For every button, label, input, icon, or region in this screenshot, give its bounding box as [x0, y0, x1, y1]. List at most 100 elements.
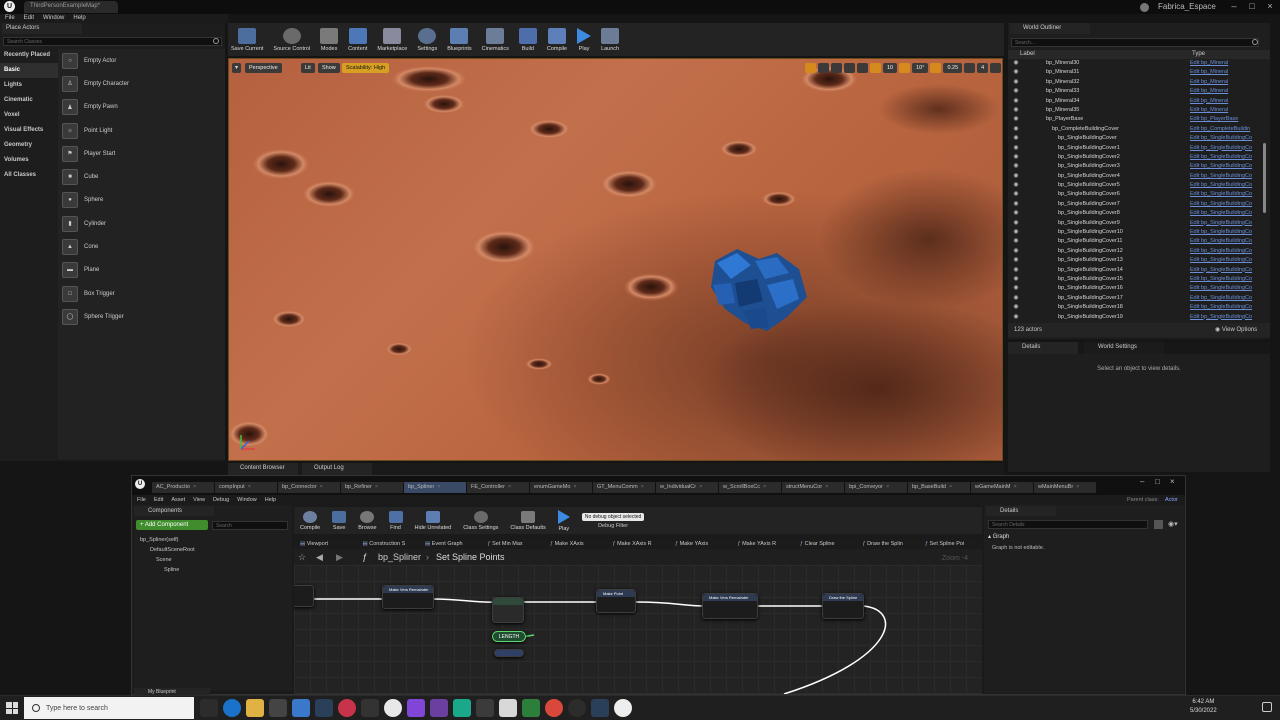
bp-menu-asset[interactable]: Asset — [171, 495, 185, 505]
visibility-eye-icon[interactable]: ◉ — [1010, 59, 1022, 68]
outliner-row-type-link[interactable]: Edit bp_SingleBuildingCo — [1190, 313, 1260, 321]
actor-point-light[interactable]: ☼ Point Light — [58, 119, 225, 142]
close-tab-icon[interactable]: × — [320, 482, 323, 493]
visibility-eye-icon[interactable]: ◉ — [1010, 68, 1022, 77]
bp-class-settings-button[interactable]: Class Settings — [463, 510, 498, 531]
source-control-icon[interactable] — [1140, 3, 1149, 12]
launch-button[interactable]: Launch — [601, 27, 619, 52]
graph-tab[interactable]: ƒ Make XAxis — [544, 539, 607, 549]
graph-node-variable[interactable] — [494, 649, 524, 657]
bp-close-button[interactable]: × — [1170, 477, 1175, 486]
outliner-row[interactable]: ◉ bp_CompleteBuildingCover Edit bp_Complet… — [1010, 125, 1260, 134]
outliner-row-type-link[interactable]: Edit bp_SingleBuildingCo — [1190, 200, 1260, 209]
bp-minimize-button[interactable]: – — [1140, 477, 1144, 486]
close-tab-icon[interactable]: × — [886, 482, 889, 493]
outliner-row-type-link[interactable]: Edit bp_Mineral — [1190, 59, 1260, 68]
content-browser-tab[interactable]: Content Browser — [228, 463, 298, 475]
start-button[interactable] — [6, 702, 18, 714]
graph-node-make-vers-remainder-2[interactable]: Make Vers Remainder — [702, 593, 758, 619]
bp-asset-tab[interactable]: w_ScrollBoxCc × — [719, 482, 782, 493]
outliner-row[interactable]: ◉ bp_SingleBuildingCover1 Edit bp_SingleBu… — [1010, 144, 1260, 153]
outliner-scrollbar[interactable] — [1263, 143, 1266, 213]
actor-sphere-trigger[interactable]: ◯ Sphere Trigger — [58, 305, 225, 328]
bp-asset-tab[interactable]: enumGameMo × — [530, 482, 593, 493]
play-button[interactable]: Play — [577, 27, 592, 52]
graph-tab[interactable]: ƒ Make XAxis R — [607, 539, 670, 549]
outliner-row[interactable]: ◉ bp_SingleBuildingCover18 Edit bp_SingleB… — [1010, 303, 1260, 312]
actor-empty-character[interactable]: ♙ Empty Character — [58, 72, 225, 95]
tree-scene[interactable]: Scene — [136, 555, 195, 565]
outliner-row[interactable]: ◉ bp_SingleBuildingCover16 Edit bp_SingleB… — [1010, 284, 1260, 293]
scale-snap-icon[interactable] — [930, 63, 942, 73]
category-recently-placed[interactable]: Recently Placed — [0, 48, 58, 63]
visibility-eye-icon[interactable]: ◉ — [1010, 209, 1022, 218]
visibility-eye-icon[interactable]: ◉ — [1010, 144, 1022, 153]
bp-menu-view[interactable]: View — [193, 495, 205, 505]
visibility-eye-icon[interactable]: ◉ — [1010, 172, 1022, 181]
outliner-row[interactable]: ◉ bp_Mineral32 Edit bp_Mineral — [1010, 78, 1260, 87]
outliner-row[interactable]: ◉ bp_SingleBuildingCover8 Edit bp_SingleBu… — [1010, 209, 1260, 218]
details-view-options-icon[interactable] — [1154, 520, 1163, 529]
outliner-row-type-link[interactable]: Edit bp_Mineral — [1190, 97, 1260, 106]
bp-class-defaults-button[interactable]: Class Defaults — [510, 510, 546, 531]
blueprints-button[interactable]: Blueprints — [447, 27, 472, 52]
outliner-row-type-link[interactable]: Edit bp_SingleBuildingCo — [1190, 228, 1260, 237]
close-tab-icon[interactable]: × — [1076, 482, 1079, 493]
search-classes-input[interactable]: Search Classes — [3, 37, 222, 46]
outliner-row-type-link[interactable]: Edit bp_SingleBuildingCo — [1190, 144, 1260, 153]
graph-tab[interactable]: ▤ Construction S — [357, 539, 420, 549]
outliner-row-type-link[interactable]: Edit bp_SingleBuildingCo — [1190, 247, 1260, 256]
clock-time[interactable]: 6:42 AM — [1190, 698, 1217, 707]
tree-self[interactable]: bp_Spliner(self) — [136, 535, 195, 545]
world-settings-tab[interactable]: World Settings — [1084, 342, 1164, 354]
bp-menu-edit[interactable]: Edit — [154, 495, 163, 505]
outliner-row[interactable]: ◉ bp_SingleBuildingCover Edit bp_SingleBui… — [1010, 134, 1260, 143]
compile-button[interactable]: Compile — [547, 27, 567, 52]
actor-cone[interactable]: ▲ Cone — [58, 235, 225, 258]
taskbar-search-box[interactable]: Type here to search — [24, 697, 194, 719]
category-all-classes[interactable]: All Classes — [0, 168, 58, 183]
actor-cube[interactable]: ■ Cube — [58, 165, 225, 188]
content-button[interactable]: Content — [348, 27, 367, 52]
outliner-row[interactable]: ◉ bp_SingleBuildingCover10 Edit bp_SingleB… — [1010, 228, 1260, 237]
bp-asset-tab[interactable]: compInput × — [215, 482, 278, 493]
menu-edit[interactable]: Edit — [24, 14, 34, 23]
outliner-row-type-link[interactable]: Edit bp_SingleBuildingCo — [1190, 266, 1260, 275]
graph-tab[interactable]: ƒ Set Min Max — [482, 539, 545, 549]
category-cinematic[interactable]: Cinematic — [0, 93, 58, 108]
outliner-row-type-link[interactable]: Edit bp_SingleBuildingCo — [1190, 162, 1260, 171]
twitch-icon[interactable] — [407, 699, 425, 717]
outliner-row[interactable]: ◉ bp_Mineral35 Edit bp_Mineral — [1010, 106, 1260, 115]
outliner-row[interactable]: ◉ bp_SingleBuildingCover14 Edit bp_SingleB… — [1010, 266, 1260, 275]
category-geometry[interactable]: Geometry — [0, 138, 58, 153]
edge-icon[interactable] — [223, 699, 241, 717]
app-teal-icon[interactable] — [453, 699, 471, 717]
outliner-row[interactable]: ◉ bp_SingleBuildingCover4 Edit bp_SingleBu… — [1010, 172, 1260, 181]
bp-asset-tab[interactable]: bp_BaseBuild × — [908, 482, 971, 493]
marketplace-button[interactable]: Marketplace — [377, 27, 407, 52]
bp-maximize-button[interactable]: □ — [1155, 477, 1160, 486]
modes-button[interactable]: Modes — [320, 27, 339, 52]
bp-asset-tab[interactable]: FE_Controller × — [467, 482, 530, 493]
rotation-snap-icon[interactable] — [899, 63, 911, 73]
outliner-search-input[interactable]: Search... — [1011, 38, 1259, 47]
chrome-icon[interactable] — [545, 699, 563, 717]
place-actors-tab[interactable]: Place Actors — [2, 23, 82, 34]
close-tab-icon[interactable]: × — [193, 482, 196, 493]
outliner-row[interactable]: ◉ bp_SingleBuildingCover7 Edit bp_SingleBu… — [1010, 200, 1260, 209]
steam-icon[interactable] — [315, 699, 333, 717]
outliner-row-type-link[interactable]: Edit bp_SingleBuildingCo — [1190, 181, 1260, 190]
world-outliner-tab[interactable]: World Outliner — [1010, 23, 1090, 34]
rotate-icon[interactable] — [818, 63, 829, 73]
close-tab-icon[interactable]: × — [508, 482, 511, 493]
visibility-eye-icon[interactable]: ◉ — [1010, 162, 1022, 171]
close-tab-icon[interactable]: × — [763, 482, 766, 493]
graph-node-math[interactable] — [492, 597, 524, 623]
outliner-row[interactable]: ◉ bp_SingleBuildingCover6 Edit bp_SingleBu… — [1010, 190, 1260, 199]
category-volumes[interactable]: Volumes — [0, 153, 58, 168]
category-basic[interactable]: Basic — [0, 63, 58, 78]
visibility-eye-icon[interactable]: ◉ — [1010, 87, 1022, 96]
menu-window[interactable]: Window — [43, 14, 64, 23]
world-space-icon[interactable] — [844, 63, 855, 73]
app-dark-icon[interactable] — [476, 699, 494, 717]
